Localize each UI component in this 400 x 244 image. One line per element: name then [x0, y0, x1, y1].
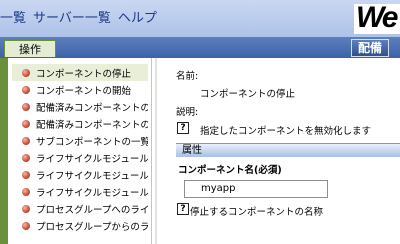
description-text: 指定したコンポーネントを無効化します	[200, 126, 372, 137]
attributes-section-header: 属性	[176, 143, 400, 157]
description-label: 説明:	[176, 107, 199, 118]
sidebar-item-deployed-component[interactable]: 配備済みコンポーネントの	[12, 115, 148, 132]
component-name-label: コンポーネント名(必須)	[178, 165, 282, 176]
sidebar-item-label: プロセスグループからのラ	[36, 221, 148, 233]
operations-sidebar: コンポーネントの停止 コンポーネントの開始 配備済みコンポーネントの一 配備済み…	[0, 58, 152, 244]
top-navigation: 一覧 サーバー一覧 ヘルプ	[0, 7, 157, 26]
sidebar-item-lifecycle-2[interactable]: ライフサイクルモジュールの	[12, 166, 148, 183]
bullet-icon	[22, 119, 30, 128]
sidebar-item-label: コンポーネントの開始	[36, 85, 132, 97]
bullet-icon	[22, 153, 30, 162]
name-value: コンポーネントの停止	[200, 89, 296, 100]
sidebar-item-label: ライフサイクルモジュール削	[36, 187, 148, 199]
sidebar-item-label: ライフサイクルモジュールの	[36, 153, 148, 165]
panel-divider	[155, 58, 157, 244]
sidebar-item-label: サブコンポーネントの一覧表	[36, 136, 148, 148]
nav-list[interactable]: 一覧	[0, 7, 26, 26]
sidebar-item-process-group-add[interactable]: プロセスグループへのライ	[12, 200, 148, 217]
sidebar-item-list-subcomponents[interactable]: サブコンポーネントの一覧表	[12, 132, 148, 149]
component-name-help: 停止するコンポーネントの名称	[190, 207, 324, 218]
help-icon[interactable]: ?	[177, 122, 189, 134]
bullet-icon	[22, 102, 30, 111]
component-name-input[interactable]: myapp	[184, 180, 328, 198]
bullet-icon	[22, 68, 30, 77]
sidebar-item-stop-component[interactable]: コンポーネントの停止	[12, 64, 148, 81]
sidebar-item-list-deployed[interactable]: 配備済みコンポーネントの一	[12, 98, 148, 115]
bullet-icon	[22, 136, 30, 145]
bullet-icon	[22, 170, 30, 179]
sidebar-item-label: 配備済みコンポーネントの	[36, 119, 148, 131]
sidebar-item-lifecycle-delete[interactable]: ライフサイクルモジュール削	[12, 183, 148, 200]
sidebar-item-process-group-remove[interactable]: プロセスグループからのラ	[12, 217, 148, 234]
name-label: 名前:	[176, 71, 199, 82]
sidebar-item-start-component[interactable]: コンポーネントの開始	[12, 81, 148, 98]
logo-text: We	[356, 4, 398, 34]
bullet-icon	[22, 221, 30, 230]
bullet-icon	[22, 204, 30, 213]
toolbar	[0, 37, 400, 58]
sidebar-item-label: コンポーネントの停止	[36, 68, 132, 80]
sidebar-item-label: 配備済みコンポーネントの一	[36, 102, 148, 114]
sidebar-item-label: プロセスグループへのライ	[36, 204, 148, 216]
bullet-icon	[22, 187, 30, 196]
nav-help[interactable]: ヘルプ	[118, 7, 157, 26]
sidebar-item-lifecycle-1[interactable]: ライフサイクルモジュールの	[12, 149, 148, 166]
tab-operations[interactable]: 操作	[4, 40, 56, 57]
top-menu-bar: 一覧 サーバー一覧 ヘルプ We	[0, 0, 400, 37]
nav-server-list[interactable]: サーバー一覧	[33, 7, 111, 26]
bullet-icon	[22, 85, 30, 94]
brand-logo: We	[354, 4, 400, 34]
sidebar-item-label: ライフサイクルモジュールの	[36, 170, 148, 182]
help-icon[interactable]: ?	[177, 203, 189, 215]
deploy-button[interactable]: 配備	[351, 39, 389, 57]
